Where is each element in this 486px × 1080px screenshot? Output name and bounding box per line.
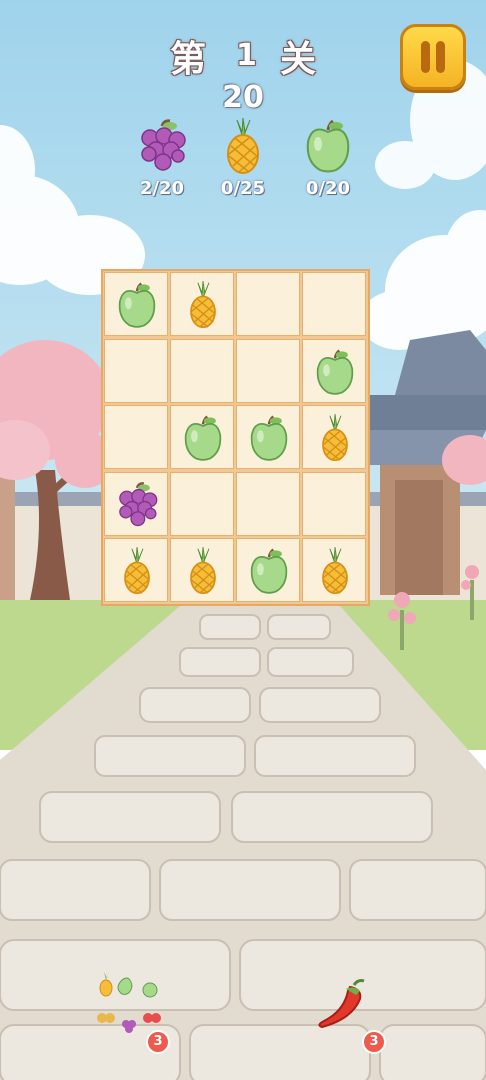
goal-pineapple: 0/25 bbox=[203, 118, 283, 203]
board-cell[interactable] bbox=[236, 338, 300, 403]
board-cell[interactable] bbox=[104, 471, 168, 536]
game-board bbox=[101, 269, 370, 606]
level-number: 1 bbox=[236, 38, 259, 73]
board-cell[interactable] bbox=[302, 272, 366, 336]
board-cell[interactable] bbox=[236, 405, 300, 470]
level-suffix: 关 bbox=[280, 39, 319, 80]
chili-count-badge: 3 bbox=[362, 1030, 386, 1054]
board-cell[interactable] bbox=[302, 471, 366, 536]
pineapple-icon bbox=[227, 118, 259, 174]
board-cell[interactable] bbox=[170, 538, 234, 603]
board-cell[interactable] bbox=[302, 405, 366, 470]
goal-pineapple-count: 0/25 bbox=[220, 178, 266, 199]
goal-grape-count: 2/20 bbox=[139, 178, 185, 199]
board-cell[interactable] bbox=[104, 338, 168, 403]
board-cell[interactable] bbox=[170, 338, 234, 403]
board-cell[interactable] bbox=[170, 405, 234, 470]
board-cell[interactable] bbox=[104, 538, 168, 603]
chili-pepper-icon bbox=[318, 979, 365, 1029]
board-cell[interactable] bbox=[236, 272, 300, 336]
level-prefix: 第 bbox=[170, 39, 209, 80]
shuffle-count-badge: 3 bbox=[146, 1030, 170, 1054]
grape-icon bbox=[141, 119, 186, 171]
shuffle-fruits-icon bbox=[97, 972, 161, 1033]
board-cell[interactable] bbox=[104, 272, 168, 336]
pause-icon-bar-right bbox=[436, 41, 445, 73]
board-cell[interactable] bbox=[236, 538, 300, 603]
board-cell[interactable] bbox=[302, 338, 366, 403]
board-cell[interactable] bbox=[170, 272, 234, 336]
board-cell[interactable] bbox=[104, 405, 168, 470]
goal-apple: 0/20 bbox=[288, 118, 368, 203]
apple-icon bbox=[306, 119, 350, 173]
board-cell[interactable] bbox=[302, 538, 366, 603]
board-cell[interactable] bbox=[170, 471, 234, 536]
goal-apple-count: 0/20 bbox=[305, 178, 351, 199]
chili-booster[interactable]: 3 bbox=[312, 975, 392, 1060]
shuffle-booster[interactable]: 3 bbox=[92, 968, 172, 1054]
pause-button[interactable] bbox=[400, 24, 466, 90]
board-cell[interactable] bbox=[236, 471, 300, 536]
pause-icon-bar-left bbox=[421, 41, 430, 73]
goal-grape: 2/20 bbox=[122, 118, 202, 203]
